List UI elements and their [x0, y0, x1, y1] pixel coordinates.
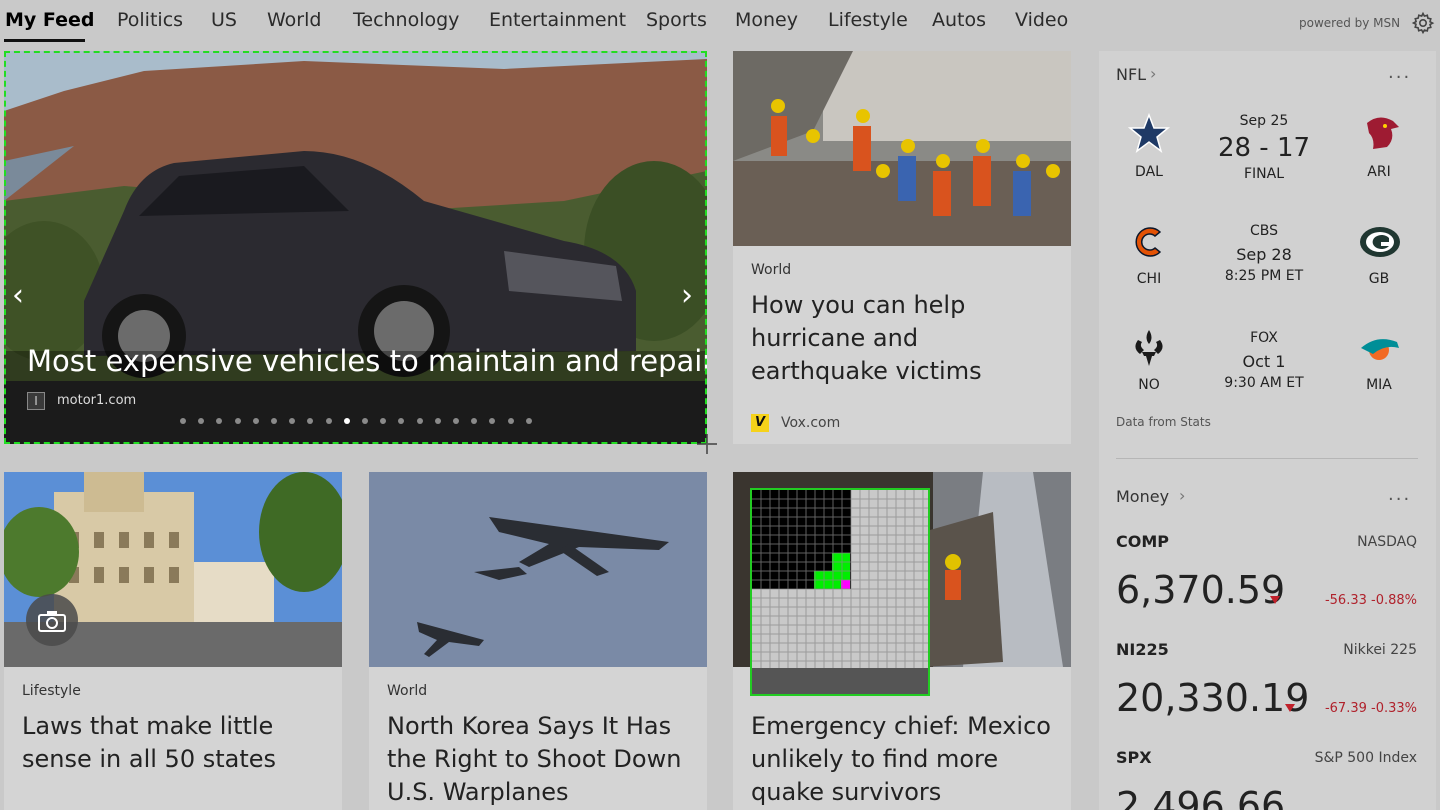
down-arrow-icon	[1285, 704, 1295, 712]
carousel-dot[interactable]	[343, 418, 350, 424]
carousel-dot[interactable]	[271, 418, 277, 424]
gear-icon[interactable]	[1411, 11, 1435, 35]
hero-title[interactable]: Most expensive vehicles to maintain and …	[27, 344, 707, 378]
game-date: Sep 28	[1236, 245, 1292, 264]
news-card-hurricane[interactable]: World How you can help hurricane and ear…	[733, 51, 1071, 444]
carousel-dot[interactable]	[325, 418, 332, 424]
chevron-right-icon[interactable]: ›	[681, 278, 693, 313]
money-header[interactable]: Money	[1116, 487, 1169, 506]
rescue-workers-image	[733, 51, 1071, 246]
carousel-dot[interactable]	[234, 418, 241, 424]
game-date: Oct 1	[1242, 352, 1286, 371]
rail-divider	[1116, 458, 1418, 459]
tab-lifestyle[interactable]: Lifestyle	[828, 9, 908, 31]
tab-entertainment[interactable]: Entertainment	[489, 9, 626, 31]
data-source-note[interactable]: Data from Stats	[1116, 415, 1211, 429]
carousel-dot[interactable]	[434, 418, 441, 424]
stock-symbol[interactable]: SPX	[1116, 748, 1152, 767]
stock-value: 6,370.59	[1116, 568, 1286, 612]
card-headline[interactable]: Laws that make little sense in all 50 st…	[22, 710, 322, 776]
card-headline[interactable]: How you can help hurricane and earthquak…	[751, 289, 1051, 388]
game-status: FINAL	[1243, 166, 1285, 182]
tab-world[interactable]: World	[267, 9, 321, 31]
carousel-dot[interactable]	[252, 418, 259, 424]
carousel-dot[interactable]	[453, 418, 459, 424]
more-options-icon[interactable]: ...	[1388, 62, 1411, 83]
carousel-dot[interactable]	[416, 418, 423, 424]
hero-carousel[interactable]: ‹ › Most expensive vehicles to maintain …	[4, 51, 707, 444]
game-network: CBS	[1249, 223, 1279, 239]
cardinals-logo-icon	[1367, 117, 1399, 149]
game-time: 9:30 AM ET	[1224, 375, 1304, 391]
home-team: ARI	[1367, 164, 1391, 180]
away-team: NO	[1138, 377, 1160, 393]
carousel-dot[interactable]	[507, 418, 514, 424]
home-team: GB	[1368, 271, 1390, 287]
away-team: CHI	[1136, 271, 1162, 287]
card-category: World	[387, 683, 428, 699]
nfl-header[interactable]: NFL	[1116, 65, 1146, 84]
chevron-right-icon[interactable]: ›	[1179, 486, 1185, 505]
game-time: 8:25 PM ET	[1224, 268, 1304, 284]
game-score: 28 - 17	[1217, 133, 1311, 163]
tab-my-feed[interactable]: My Feed	[5, 9, 95, 31]
chevron-right-icon[interactable]: ›	[1150, 64, 1156, 83]
active-tab-underline	[4, 39, 85, 42]
stock-symbol[interactable]: COMP	[1116, 532, 1169, 551]
game-network: FOX	[1250, 330, 1278, 346]
cowboys-logo-icon	[1128, 113, 1170, 153]
news-card-north-korea[interactable]: World North Korea Says It Has the Right …	[369, 472, 707, 810]
top-navigation: My Feed Politics US World Technology Ent…	[0, 0, 1440, 44]
tab-politics[interactable]: Politics	[117, 9, 183, 31]
carousel-dot[interactable]	[362, 418, 368, 424]
stock-symbol[interactable]: NI225	[1116, 640, 1169, 659]
stock-value: 20,330.19	[1116, 676, 1310, 720]
card-headline[interactable]: North Korea Says It Has the Right to Sho…	[387, 710, 687, 809]
stock-change: -56.33 -0.88%	[1324, 593, 1417, 608]
magnifier-caption-bar	[752, 668, 928, 694]
carousel-dot[interactable]	[180, 418, 186, 424]
source-logo: I	[27, 392, 45, 410]
magnifier-pixels	[752, 490, 928, 694]
dolphins-logo-icon	[1361, 339, 1399, 360]
stock-value: 2,496.66	[1116, 784, 1286, 810]
card-category: Lifestyle	[22, 683, 81, 699]
tab-us[interactable]: US	[211, 9, 237, 31]
card-source: Vox.com	[781, 415, 841, 431]
hero-image	[4, 51, 707, 444]
packers-logo-icon	[1360, 227, 1400, 257]
street-image	[4, 472, 342, 667]
crosshair-cursor-icon	[697, 434, 717, 454]
tab-video[interactable]: Video	[1015, 9, 1068, 31]
stock-change: -67.39 -0.33%	[1324, 701, 1417, 716]
home-team: MIA	[1366, 377, 1392, 393]
saints-logo-icon	[1135, 330, 1163, 366]
game-date: Sep 25	[1239, 113, 1289, 129]
powered-by-label: powered by MSN	[1299, 16, 1401, 30]
tab-sports[interactable]: Sports	[646, 9, 707, 31]
down-arrow-icon	[1270, 596, 1280, 604]
more-options-icon[interactable]: ...	[1388, 484, 1411, 505]
magnifier-grid-overlay	[750, 488, 930, 696]
stock-exchange: S&P 500 Index	[1314, 750, 1417, 766]
stock-exchange: NASDAQ	[1357, 534, 1417, 550]
tab-technology[interactable]: Technology	[353, 9, 459, 31]
warplanes-image	[369, 472, 707, 667]
stock-exchange: Nikkei 225	[1343, 642, 1417, 658]
carousel-dot[interactable]	[525, 418, 532, 424]
bears-logo-icon	[1135, 227, 1162, 257]
away-team: DAL	[1135, 164, 1163, 180]
news-card-laws[interactable]: Lifestyle Laws that make little sense in…	[4, 472, 342, 810]
tab-money[interactable]: Money	[735, 9, 798, 31]
vox-logo-icon: V	[751, 414, 769, 432]
card-category: World	[751, 262, 792, 278]
card-headline[interactable]: Emergency chief: Mexico unlikely to find…	[751, 710, 1051, 809]
chevron-left-icon[interactable]: ‹	[12, 278, 24, 313]
camera-icon	[38, 611, 66, 632]
hero-source: motor1.com	[57, 393, 137, 408]
tab-autos[interactable]: Autos	[932, 9, 986, 31]
